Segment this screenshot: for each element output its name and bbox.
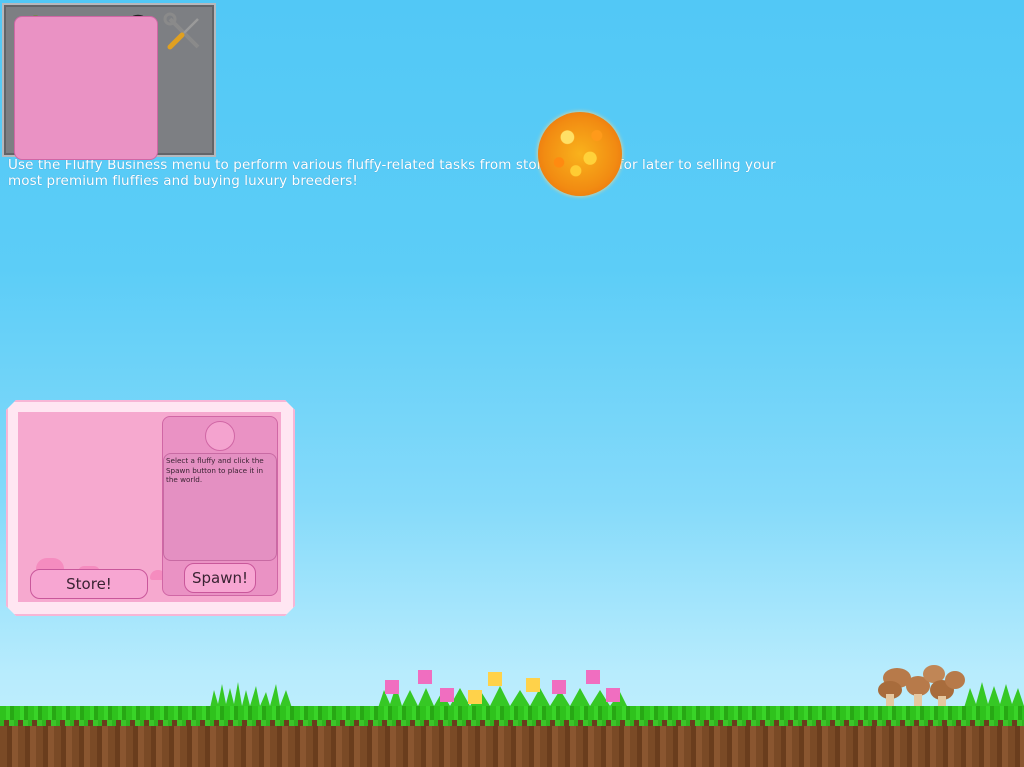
spawn-description: Select a fluffy and click the Spawn butt… <box>166 456 264 484</box>
sun <box>538 112 622 196</box>
dirt <box>0 722 1024 767</box>
ground <box>0 706 1024 767</box>
mushroom-cluster <box>878 665 965 706</box>
help-text: Use the Fluffy Business menu to perform … <box>8 157 776 189</box>
spawn-preview <box>205 421 235 451</box>
fluffy-storage-list[interactable] <box>14 16 158 160</box>
store-button[interactable]: Store! <box>30 569 148 599</box>
repair-tools[interactable] <box>162 11 206 55</box>
spawn-button[interactable]: Spawn! <box>184 563 256 593</box>
wrench-screwdriver-icon <box>163 12 200 50</box>
dirt-edge <box>0 720 1024 726</box>
